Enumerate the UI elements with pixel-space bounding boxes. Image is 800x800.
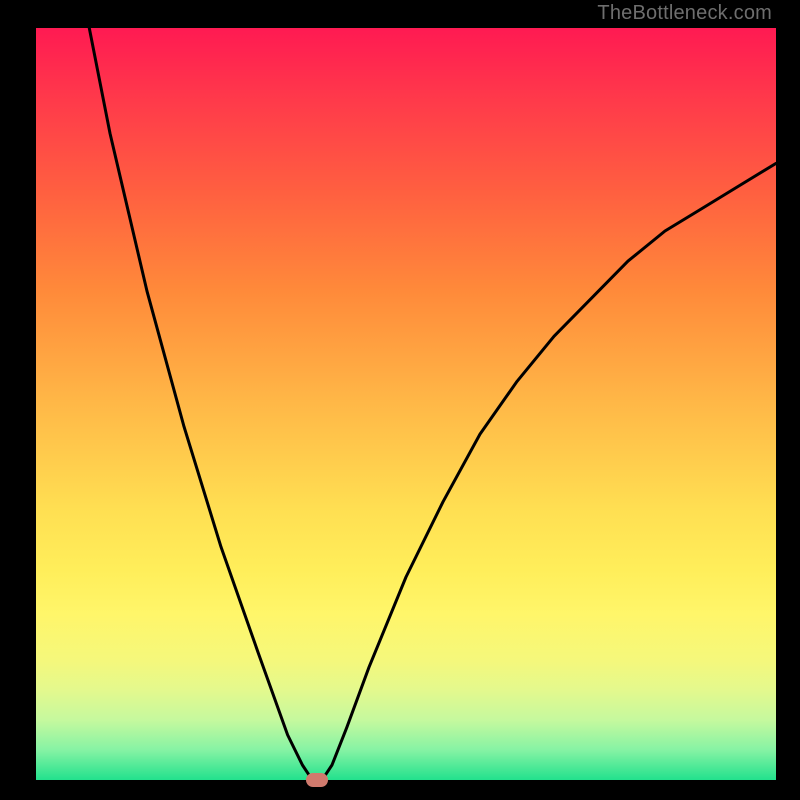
chart-frame: TheBottleneck.com [0, 0, 800, 800]
optimum-marker [306, 773, 328, 787]
watermark-text: TheBottleneck.com [597, 2, 772, 25]
bottleneck-curve [36, 28, 776, 780]
plot-area [36, 28, 776, 780]
